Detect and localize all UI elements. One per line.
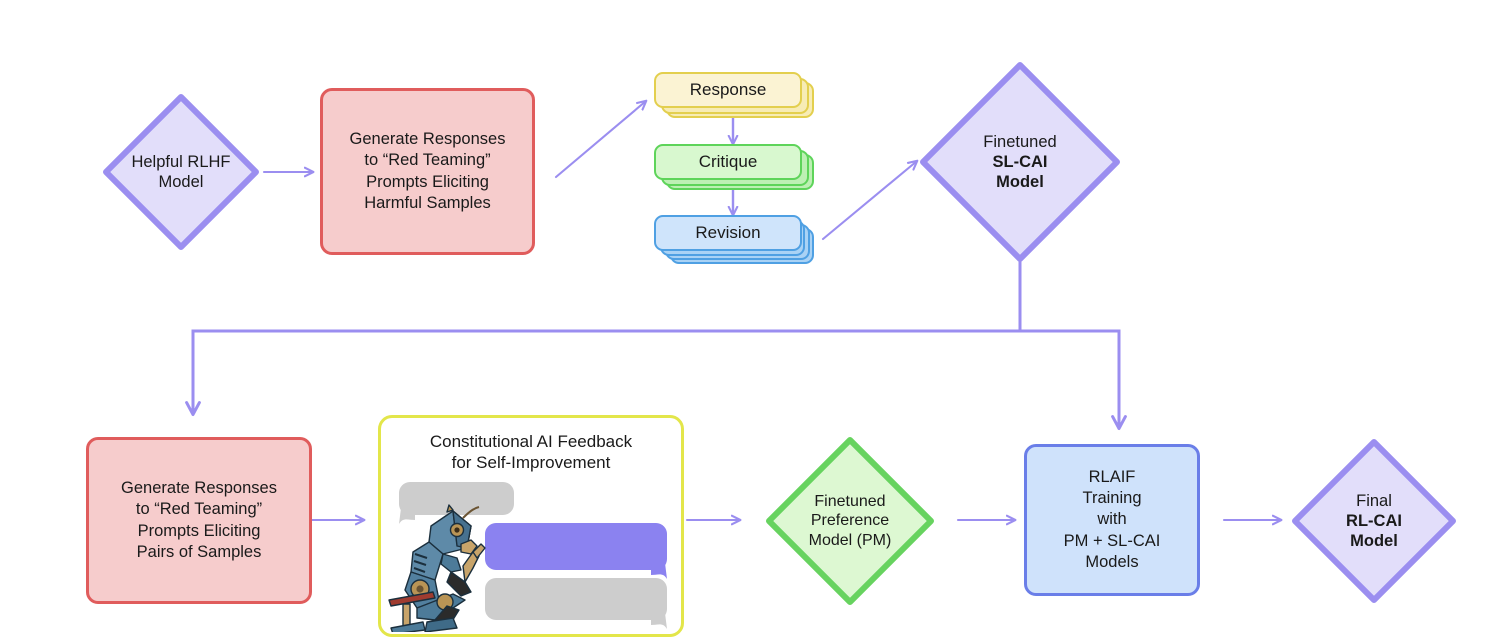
node-label: Finetuned Preference Model (PM) bbox=[764, 492, 936, 551]
node-label: Final RL-CAI Model bbox=[1290, 491, 1458, 551]
generate-pairs-line3: Prompts Eliciting bbox=[137, 521, 261, 540]
response-card-label: Response bbox=[689, 80, 767, 99]
rlaif-line3: with bbox=[1097, 510, 1127, 529]
rlaif-line1: RLAIF bbox=[1088, 468, 1136, 487]
bubble-gray-large bbox=[485, 578, 667, 629]
thinking-robot-illustration bbox=[388, 504, 486, 632]
cai-panel-title: Constitutional AI Feedback for Self-Impr… bbox=[381, 418, 681, 474]
rl-cai-line2: RL-CAI bbox=[1346, 511, 1402, 530]
revision-card-label: Revision bbox=[695, 223, 761, 242]
rl-cai-line1: Final bbox=[1356, 491, 1392, 510]
edge-slcai-to-generate-pairs bbox=[185, 329, 1022, 417]
critique-card-label: Critique bbox=[698, 152, 758, 171]
node-generate-pairs-of-samples[interactable]: Generate Responses to “Red Teaming” Prom… bbox=[86, 437, 312, 604]
rlaif-line5: Models bbox=[1085, 552, 1139, 571]
pm-line3: Model (PM) bbox=[808, 531, 892, 549]
rlaif-line4: PM + SL-CAI bbox=[1063, 531, 1161, 550]
node-label: RLAIF Training with PM + SL-CAI Models bbox=[1064, 467, 1161, 573]
pm-line1: Finetuned bbox=[814, 492, 886, 510]
node-finetuned-sl-cai-model[interactable]: Finetuned SL-CAI Model bbox=[918, 60, 1122, 264]
node-constitutional-ai-feedback[interactable]: Constitutional AI Feedback for Self-Impr… bbox=[378, 415, 684, 637]
helpful-rlhf-line1: Helpful RLHF bbox=[131, 152, 231, 171]
card-face: Critique bbox=[654, 144, 802, 180]
cai-title-line1: Constitutional AI Feedback bbox=[429, 432, 633, 451]
rlaif-line2: Training bbox=[1082, 489, 1142, 508]
node-helpful-rlhf-model[interactable]: Helpful RLHF Model bbox=[101, 92, 261, 252]
node-finetuned-preference-model[interactable]: Finetuned Preference Model (PM) bbox=[764, 435, 936, 607]
node-label: Generate Responses to “Red Teaming” Prom… bbox=[350, 129, 506, 213]
node-label: Generate Responses to “Red Teaming” Prom… bbox=[121, 478, 277, 562]
sl-cai-line1: Finetuned bbox=[983, 132, 1057, 151]
pm-line2: Preference bbox=[810, 512, 890, 530]
node-rlaif-training[interactable]: RLAIF Training with PM + SL-CAI Models bbox=[1024, 444, 1200, 596]
generate-pairs-line1: Generate Responses bbox=[121, 479, 277, 498]
bubble-tail-right bbox=[651, 613, 667, 629]
rl-cai-line3: Model bbox=[1350, 532, 1398, 551]
bubble-tail-right bbox=[651, 563, 667, 579]
node-label: Helpful RLHF Model bbox=[101, 152, 261, 192]
node-label: Finetuned SL-CAI Model bbox=[918, 132, 1122, 192]
generate-harmful-line2: to “Red Teaming” bbox=[364, 151, 491, 170]
node-final-rl-cai-model[interactable]: Final RL-CAI Model bbox=[1290, 437, 1458, 605]
node-revision-card-stack[interactable]: Revision bbox=[654, 215, 814, 265]
diagram-canvas: Helpful RLHF Model Generate Responses to… bbox=[0, 0, 1503, 637]
edge-revision-to-slcai bbox=[821, 161, 917, 241]
edge-slcai-to-rlaif bbox=[1018, 329, 1127, 431]
generate-pairs-line2: to “Red Teaming” bbox=[135, 500, 263, 519]
sl-cai-line2: SL-CAI bbox=[992, 152, 1048, 171]
generate-pairs-line4: Pairs of Samples bbox=[136, 542, 262, 561]
bubble-purple bbox=[485, 523, 667, 579]
card-face: Revision bbox=[654, 215, 802, 251]
cai-title-line2: for Self-Improvement bbox=[451, 453, 611, 473]
generate-harmful-line4: Harmful Samples bbox=[364, 193, 491, 212]
node-generate-harmful-samples[interactable]: Generate Responses to “Red Teaming” Prom… bbox=[320, 88, 535, 255]
generate-harmful-line1: Generate Responses bbox=[349, 130, 506, 149]
node-response-card-stack[interactable]: Response bbox=[654, 72, 814, 118]
sl-cai-line3: Model bbox=[996, 173, 1044, 192]
node-critique-card-stack[interactable]: Critique bbox=[654, 144, 814, 190]
generate-harmful-line3: Prompts Eliciting bbox=[366, 172, 489, 191]
card-face: Response bbox=[654, 72, 802, 108]
helpful-rlhf-line2: Model bbox=[158, 173, 204, 191]
edge-generate-to-response bbox=[554, 101, 646, 179]
